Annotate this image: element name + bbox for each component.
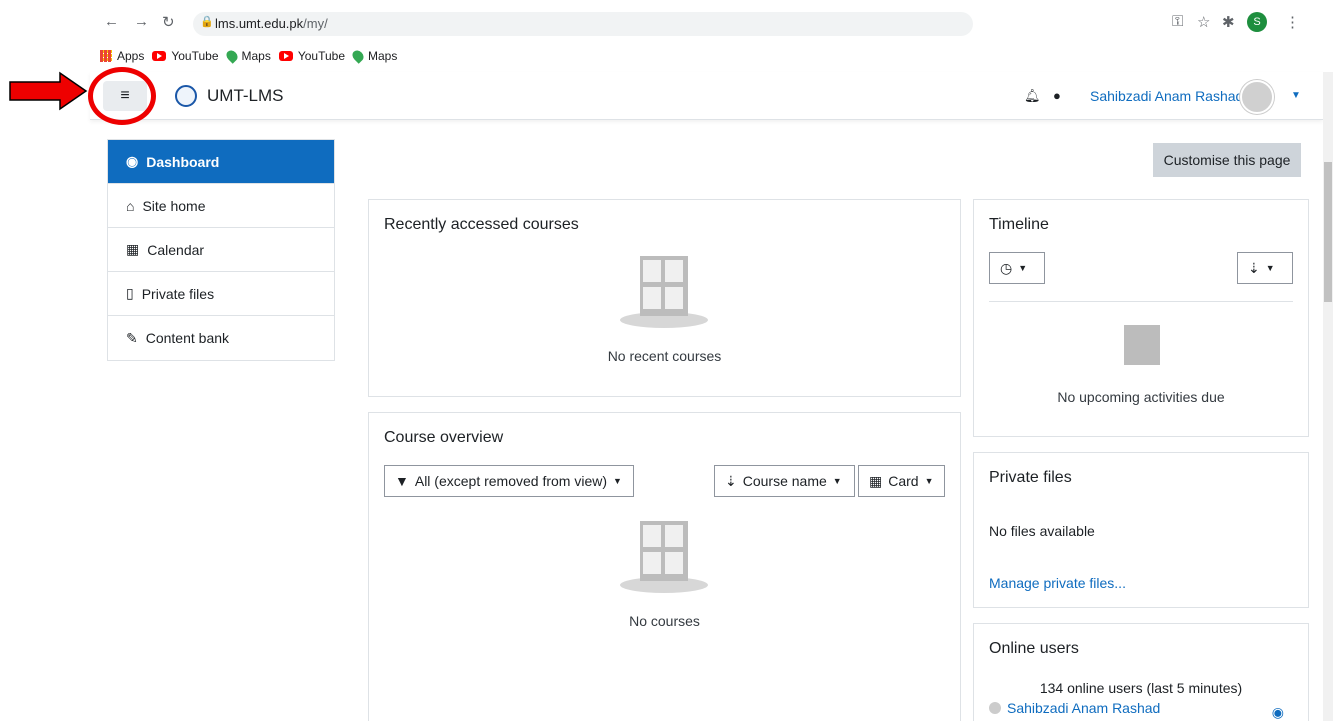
- site-brand[interactable]: UMT-LMS: [207, 86, 284, 106]
- grid-icon: ▦: [869, 472, 883, 489]
- no-courses-illustration: [620, 521, 708, 593]
- page-scrollbar[interactable]: [1323, 72, 1333, 721]
- empty-message: No recent courses: [607, 348, 722, 364]
- back-icon[interactable]: ←: [104, 13, 119, 30]
- card-title: Course overview: [384, 429, 504, 446]
- timeline-card: Timeline ◷ ▼ ⇣ ▼ No upcoming activities …: [973, 199, 1309, 437]
- url-text[interactable]: lms.umt.edu.pk/my/: [215, 16, 328, 31]
- user-icon: [989, 702, 1001, 714]
- forward-icon[interactable]: →: [134, 13, 149, 30]
- online-user-link[interactable]: Sahibzadi Anam Rashad: [1007, 700, 1160, 716]
- eye-icon[interactable]: ◉: [1272, 704, 1284, 721]
- empty-message: No courses: [629, 613, 700, 629]
- maps-icon: [223, 48, 240, 64]
- extensions-icon[interactable]: ✱: [1222, 13, 1235, 31]
- card-title: Private files: [989, 469, 1072, 486]
- calendar-icon: ▦: [126, 241, 140, 257]
- user-menu-name[interactable]: Sahibzadi Anam Rashad: [1090, 88, 1243, 104]
- recent-courses-card: Recently accessed courses No recent cour…: [368, 199, 961, 397]
- online-users-summary: 134 online users (last 5 minutes): [1039, 680, 1243, 696]
- sort-icon: ⇣: [1248, 259, 1260, 276]
- profile-avatar[interactable]: S: [1247, 12, 1267, 32]
- manage-private-files-link[interactable]: Manage private files...: [989, 575, 1126, 591]
- caret-down-icon: ▼: [1265, 263, 1275, 273]
- timeline-filter-dropdown[interactable]: ◷ ▼: [989, 252, 1045, 284]
- dashboard-icon: ◉: [126, 153, 139, 169]
- user-avatar[interactable]: [1240, 80, 1274, 114]
- card-title: Online users: [989, 640, 1079, 657]
- reload-icon[interactable]: ↻: [162, 13, 175, 31]
- card-title: Timeline: [989, 216, 1049, 233]
- sort-icon: ⇣: [725, 472, 737, 489]
- drawer-item-site-home[interactable]: ⌂ Site home: [108, 184, 334, 228]
- empty-message: No files available: [989, 523, 1095, 539]
- lock-icon: 🔒: [200, 16, 214, 28]
- brush-icon: ✎: [126, 329, 138, 346]
- file-icon: ▯: [126, 285, 134, 301]
- bookmark-youtube[interactable]: YouTube: [152, 49, 219, 63]
- divider: [989, 301, 1293, 302]
- bookmark-maps[interactable]: Maps: [223, 48, 271, 64]
- youtube-icon: [278, 51, 293, 61]
- drawer-item-dashboard[interactable]: ◉ Dashboard: [108, 140, 334, 184]
- no-courses-illustration: [620, 256, 708, 328]
- maps-icon: [350, 48, 366, 64]
- sort-dropdown[interactable]: ⇣ Course name ▼: [714, 465, 855, 497]
- filter-dropdown[interactable]: ▼ All (except removed from view) ▼: [384, 465, 634, 497]
- drawer-item-calendar[interactable]: ▦ Calendar: [108, 228, 334, 272]
- caret-down-icon: ▼: [832, 476, 842, 486]
- card-title: Recently accessed courses: [384, 216, 579, 233]
- message-icon[interactable]: ●: [1053, 88, 1061, 103]
- scrollbar-thumb[interactable]: [1324, 162, 1332, 302]
- clock-icon: ◷: [1000, 259, 1013, 276]
- empty-message: No upcoming activities due: [1057, 389, 1225, 405]
- nav-drawer: ◉ Dashboard ⌂ Site home ▦ Calendar ▯ Private…: [107, 139, 335, 361]
- filter-icon: ▼: [395, 473, 409, 489]
- view-dropdown[interactable]: ▦ Card ▼: [858, 465, 945, 497]
- star-icon[interactable]: ☆: [1197, 13, 1210, 31]
- key-icon[interactable]: ⚿: [1172, 13, 1183, 30]
- drawer-item-private-files[interactable]: ▯ Private files: [108, 272, 334, 316]
- annotation-circle: [88, 67, 156, 125]
- customise-page-button[interactable]: Customise this page: [1153, 143, 1301, 177]
- home-icon: ⌂: [126, 197, 135, 214]
- online-user-item: Sahibzadi Anam Rashad: [989, 700, 1160, 716]
- timeline-sort-dropdown[interactable]: ⇣ ▼: [1237, 252, 1293, 284]
- caret-down-icon: ▼: [613, 476, 622, 486]
- chevron-down-icon[interactable]: ▼: [1291, 90, 1301, 101]
- umt-logo[interactable]: [175, 85, 197, 107]
- course-overview-card: Course overview ▼ All (except removed fr…: [368, 412, 961, 721]
- drawer-item-content-bank[interactable]: ✎ Content bank: [108, 316, 334, 360]
- bookmarks-bar: Apps YouTube Maps YouTube Maps: [100, 45, 397, 67]
- youtube-icon: [152, 51, 167, 61]
- bookmark-maps[interactable]: Maps: [350, 48, 397, 64]
- annotation-arrow-icon: [9, 71, 88, 111]
- activities-list-icon: [1124, 325, 1160, 365]
- bookmark-youtube[interactable]: YouTube: [278, 49, 345, 63]
- menu-dots-icon[interactable]: ⋮: [1285, 13, 1300, 31]
- bell-icon[interactable]: 🔔︎: [1024, 88, 1041, 104]
- bookmark-apps[interactable]: Apps: [100, 49, 144, 63]
- caret-down-icon: ▼: [1018, 263, 1028, 273]
- apps-icon: [100, 50, 112, 62]
- private-files-card: Private files No files available Manage …: [973, 452, 1309, 608]
- online-users-card: Online users 134 online users (last 5 mi…: [973, 623, 1309, 721]
- caret-down-icon: ▼: [924, 476, 934, 486]
